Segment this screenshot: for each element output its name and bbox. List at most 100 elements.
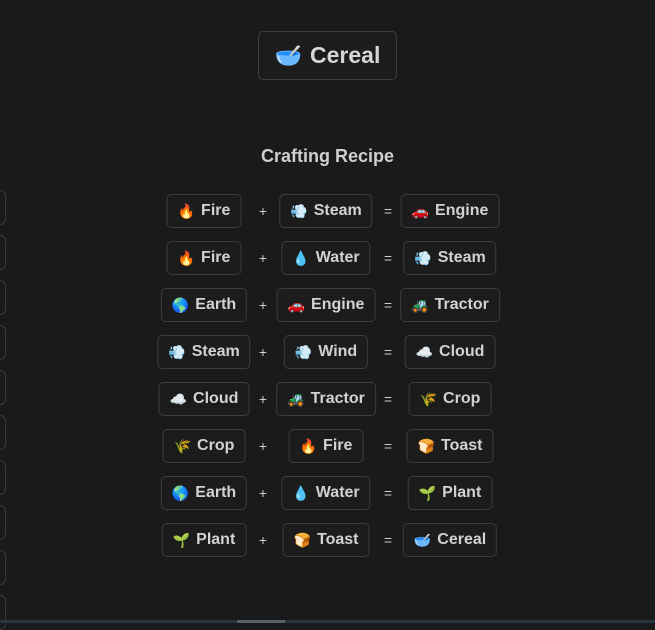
recipe-result[interactable]: 🥣 Cereal xyxy=(402,523,498,557)
recipe-row: 🌎 Earth + 🚗 Engine = 🚜 Tractor xyxy=(0,288,655,322)
fire-icon: 🔥 xyxy=(299,438,318,454)
steam-icon: 💨 xyxy=(290,203,308,219)
ingredient-2[interactable]: 💧 Water xyxy=(281,476,371,510)
ingredient-1[interactable]: 🌾 Crop xyxy=(162,429,246,463)
recipe-result[interactable]: 💨 Steam xyxy=(403,241,497,275)
equals-sign: = xyxy=(383,532,393,548)
plus-sign: + xyxy=(258,344,268,360)
equals-sign: = xyxy=(383,344,393,360)
recipe-row: 🔥 Fire + 💧 Water = 💨 Steam xyxy=(0,241,655,275)
ingredient-1[interactable]: ☁️ Cloud xyxy=(158,382,250,416)
tractor-icon: 🚜 xyxy=(287,391,305,407)
ingredient-2[interactable]: 🚗 Engine xyxy=(276,288,376,322)
equals-sign: = xyxy=(383,297,393,313)
recipe-row: 🔥 Fire + 💨 Steam = 🚗 Engine xyxy=(0,194,655,228)
plus-sign: + xyxy=(258,485,268,501)
wind-icon: 💨 xyxy=(294,344,313,360)
steam-icon: 💨 xyxy=(414,250,432,266)
item-name: Steam xyxy=(191,343,240,360)
item-name: Crop xyxy=(443,390,481,407)
equals-sign: = xyxy=(383,203,393,219)
plus-sign: + xyxy=(258,297,268,313)
item-name: Water xyxy=(315,484,360,501)
car-icon: 🚗 xyxy=(287,297,306,313)
ingredient-2[interactable]: 🚜 Tractor xyxy=(276,382,376,416)
item-name: Cloud xyxy=(193,390,239,407)
wheat-icon: 🌾 xyxy=(173,438,192,454)
fire-icon: 🔥 xyxy=(177,250,196,266)
ingredient-1[interactable]: 💨 Steam xyxy=(157,335,251,369)
recipe-result[interactable]: 🌾 Crop xyxy=(408,382,492,416)
recipe-row: 🌎 Earth + 💧 Water = 🌱 Plant xyxy=(0,476,655,510)
equals-sign: = xyxy=(383,438,393,454)
recipe-result[interactable]: 🍞 Toast xyxy=(406,429,494,463)
item-name: Cloud xyxy=(439,343,485,360)
recipe-row: 💨 Steam + 💨 Wind = ☁️ Cloud xyxy=(0,335,655,369)
plus-sign: + xyxy=(258,532,268,548)
seedling-icon: 🌱 xyxy=(172,532,191,548)
item-name: Steam xyxy=(437,249,486,266)
item-name: Cereal xyxy=(437,531,487,548)
item-name: Earth xyxy=(195,484,237,501)
ingredient-1[interactable]: 🌎 Earth xyxy=(160,476,248,510)
section-title: Crafting Recipe xyxy=(260,146,395,166)
water-drop-icon: 💧 xyxy=(292,485,310,501)
globe-icon: 🌎 xyxy=(171,297,190,313)
recipe-row: 🌱 Plant + 🍞 Toast = 🥣 Cereal xyxy=(0,523,655,557)
item-name: Plant xyxy=(442,484,482,501)
item-name: Water xyxy=(315,249,360,266)
plus-sign: + xyxy=(258,438,268,454)
seedling-icon: 🌱 xyxy=(418,485,437,501)
cloud-icon: ☁️ xyxy=(169,391,188,407)
sidebar-item-partial[interactable] xyxy=(0,595,6,630)
steam-icon: 💨 xyxy=(168,344,186,360)
recipe-result[interactable]: 🚗 Engine xyxy=(400,194,500,228)
water-drop-icon: 💧 xyxy=(292,250,310,266)
ingredient-2[interactable]: 💧 Water xyxy=(281,241,371,275)
equals-sign: = xyxy=(383,250,393,266)
ingredient-2[interactable]: 💨 Wind xyxy=(283,335,369,369)
ingredient-1[interactable]: 🌱 Plant xyxy=(161,523,247,557)
ingredient-1[interactable]: 🔥 Fire xyxy=(166,194,242,228)
bread-icon: 🍞 xyxy=(293,532,311,548)
item-name: Steam xyxy=(313,202,362,219)
equals-sign: = xyxy=(383,391,393,407)
item-name: Toast xyxy=(316,531,359,548)
bread-icon: 🍞 xyxy=(417,438,435,454)
recipe-row: 🌾 Crop + 🔥 Fire = 🍞 Toast xyxy=(0,429,655,463)
car-icon: 🚗 xyxy=(411,203,430,219)
ingredient-2[interactable]: 🔥 Fire xyxy=(288,429,364,463)
item-name: Engine xyxy=(311,296,365,313)
item-name: Tractor xyxy=(434,296,489,313)
globe-icon: 🌎 xyxy=(171,485,190,501)
cereal-bowl-icon: 🥣 xyxy=(413,532,432,548)
item-name: Tractor xyxy=(310,390,365,407)
item-name: Wind xyxy=(318,343,358,360)
result-name: Cereal xyxy=(310,42,381,68)
result-item[interactable]: 🥣 Cereal xyxy=(258,31,397,80)
recipe-result[interactable]: 🚜 Tractor xyxy=(400,288,500,322)
item-name: Toast xyxy=(440,437,483,454)
ingredient-2[interactable]: 💨 Steam xyxy=(279,194,373,228)
tractor-icon: 🚜 xyxy=(411,297,429,313)
recipe-result[interactable]: 🌱 Plant xyxy=(407,476,493,510)
cloud-icon: ☁️ xyxy=(415,344,434,360)
item-name: Crop xyxy=(197,437,235,454)
item-name: Fire xyxy=(201,249,231,266)
plus-sign: + xyxy=(258,203,268,219)
recipe-result[interactable]: ☁️ Cloud xyxy=(404,335,496,369)
item-name: Earth xyxy=(195,296,237,313)
equals-sign: = xyxy=(383,485,393,501)
ingredient-1[interactable]: 🌎 Earth xyxy=(160,288,248,322)
plus-sign: + xyxy=(258,250,268,266)
item-name: Fire xyxy=(323,437,353,454)
ingredient-2[interactable]: 🍞 Toast xyxy=(282,523,370,557)
cereal-bowl-icon: 🥣 xyxy=(274,42,303,68)
wheat-icon: 🌾 xyxy=(419,391,438,407)
item-name: Fire xyxy=(201,202,231,219)
item-name: Plant xyxy=(196,531,236,548)
recipe-row: ☁️ Cloud + 🚜 Tractor = 🌾 Crop xyxy=(0,382,655,416)
fire-icon: 🔥 xyxy=(177,203,196,219)
item-name: Engine xyxy=(435,202,489,219)
ingredient-1[interactable]: 🔥 Fire xyxy=(166,241,242,275)
